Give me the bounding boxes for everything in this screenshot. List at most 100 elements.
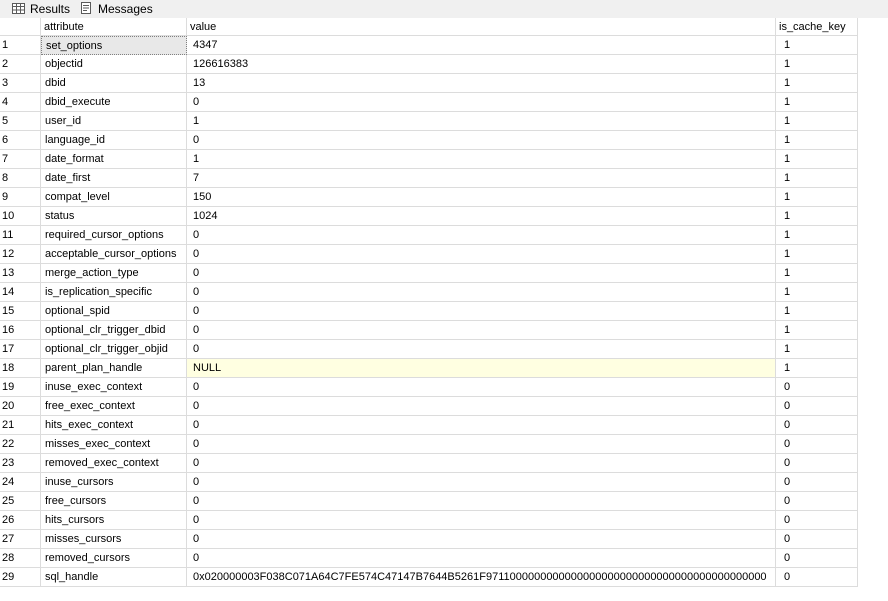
- row-number-header[interactable]: [0, 18, 41, 36]
- cell-attribute[interactable]: removed_cursors: [41, 549, 187, 568]
- table-row[interactable]: 3 dbid 13 1: [0, 74, 858, 93]
- cell-is-cache-key[interactable]: 0: [776, 397, 858, 416]
- row-number[interactable]: 12: [0, 245, 41, 264]
- cell-attribute[interactable]: date_first: [41, 169, 187, 188]
- cell-attribute[interactable]: misses_exec_context: [41, 435, 187, 454]
- cell-value[interactable]: NULL: [187, 359, 776, 378]
- table-row[interactable]: 23 removed_exec_context 0 0: [0, 454, 858, 473]
- cell-value[interactable]: 0: [187, 454, 776, 473]
- cell-attribute[interactable]: inuse_cursors: [41, 473, 187, 492]
- column-header-is-cache-key[interactable]: is_cache_key: [776, 18, 858, 36]
- cell-is-cache-key[interactable]: 0: [776, 435, 858, 454]
- cell-attribute[interactable]: objectid: [41, 55, 187, 74]
- table-row[interactable]: 15 optional_spid 0 1: [0, 302, 858, 321]
- cell-value[interactable]: 13: [187, 74, 776, 93]
- cell-is-cache-key[interactable]: 1: [776, 283, 858, 302]
- cell-value[interactable]: 1: [187, 150, 776, 169]
- cell-value[interactable]: 0: [187, 93, 776, 112]
- cell-value[interactable]: 0: [187, 226, 776, 245]
- cell-is-cache-key[interactable]: 0: [776, 568, 858, 587]
- table-row[interactable]: 6 language_id 0 1: [0, 131, 858, 150]
- cell-is-cache-key[interactable]: 1: [776, 93, 858, 112]
- cell-is-cache-key[interactable]: 1: [776, 359, 858, 378]
- row-number[interactable]: 13: [0, 264, 41, 283]
- cell-attribute[interactable]: free_exec_context: [41, 397, 187, 416]
- table-row[interactable]: 8 date_first 7 1: [0, 169, 858, 188]
- cell-attribute[interactable]: hits_exec_context: [41, 416, 187, 435]
- cell-attribute[interactable]: user_id: [41, 112, 187, 131]
- row-number[interactable]: 1: [0, 36, 41, 55]
- row-number[interactable]: 10: [0, 207, 41, 226]
- cell-is-cache-key[interactable]: 1: [776, 74, 858, 93]
- cell-value[interactable]: 126616383: [187, 55, 776, 74]
- cell-value[interactable]: 0: [187, 492, 776, 511]
- table-row[interactable]: 25 free_cursors 0 0: [0, 492, 858, 511]
- row-number[interactable]: 7: [0, 150, 41, 169]
- cell-value[interactable]: 0: [187, 435, 776, 454]
- cell-attribute[interactable]: parent_plan_handle: [41, 359, 187, 378]
- cell-is-cache-key[interactable]: 1: [776, 321, 858, 340]
- row-number[interactable]: 26: [0, 511, 41, 530]
- cell-is-cache-key[interactable]: 0: [776, 492, 858, 511]
- cell-value[interactable]: 0: [187, 549, 776, 568]
- row-number[interactable]: 6: [0, 131, 41, 150]
- cell-value[interactable]: 1024: [187, 207, 776, 226]
- row-number[interactable]: 5: [0, 112, 41, 131]
- cell-value[interactable]: 0: [187, 530, 776, 549]
- row-number[interactable]: 19: [0, 378, 41, 397]
- table-row[interactable]: 29 sql_handle 0x020000003F038C071A64C7FE57…: [0, 568, 858, 587]
- table-row[interactable]: 26 hits_cursors 0 0: [0, 511, 858, 530]
- table-row[interactable]: 17 optional_clr_trigger_objid 0 1: [0, 340, 858, 359]
- cell-is-cache-key[interactable]: 1: [776, 55, 858, 74]
- cell-value[interactable]: 150: [187, 188, 776, 207]
- cell-is-cache-key[interactable]: 0: [776, 454, 858, 473]
- row-number[interactable]: 9: [0, 188, 41, 207]
- cell-is-cache-key[interactable]: 1: [776, 226, 858, 245]
- table-row[interactable]: 16 optional_clr_trigger_dbid 0 1: [0, 321, 858, 340]
- cell-is-cache-key[interactable]: 0: [776, 530, 858, 549]
- row-number[interactable]: 22: [0, 435, 41, 454]
- cell-is-cache-key[interactable]: 1: [776, 112, 858, 131]
- cell-attribute[interactable]: language_id: [41, 131, 187, 150]
- cell-is-cache-key[interactable]: 0: [776, 473, 858, 492]
- table-row[interactable]: 7 date_format 1 1: [0, 150, 858, 169]
- row-number[interactable]: 4: [0, 93, 41, 112]
- cell-value[interactable]: 0: [187, 511, 776, 530]
- cell-is-cache-key[interactable]: 0: [776, 549, 858, 568]
- cell-value[interactable]: 0: [187, 302, 776, 321]
- column-header-value[interactable]: value: [187, 18, 776, 36]
- row-number[interactable]: 24: [0, 473, 41, 492]
- cell-value[interactable]: 0: [187, 473, 776, 492]
- cell-value[interactable]: 0: [187, 397, 776, 416]
- cell-attribute[interactable]: sql_handle: [41, 568, 187, 587]
- cell-is-cache-key[interactable]: 1: [776, 264, 858, 283]
- cell-is-cache-key[interactable]: 0: [776, 511, 858, 530]
- cell-is-cache-key[interactable]: 0: [776, 416, 858, 435]
- row-number[interactable]: 15: [0, 302, 41, 321]
- cell-value[interactable]: 0: [187, 245, 776, 264]
- cell-value[interactable]: 0: [187, 378, 776, 397]
- row-number[interactable]: 23: [0, 454, 41, 473]
- cell-attribute[interactable]: dbid_execute: [41, 93, 187, 112]
- column-header-attribute[interactable]: attribute: [41, 18, 187, 36]
- cell-value[interactable]: 1: [187, 112, 776, 131]
- table-row[interactable]: 13 merge_action_type 0 1: [0, 264, 858, 283]
- cell-value[interactable]: 7: [187, 169, 776, 188]
- row-number[interactable]: 11: [0, 226, 41, 245]
- cell-attribute[interactable]: compat_level: [41, 188, 187, 207]
- cell-attribute[interactable]: optional_clr_trigger_objid: [41, 340, 187, 359]
- cell-attribute[interactable]: required_cursor_options: [41, 226, 187, 245]
- cell-attribute[interactable]: optional_clr_trigger_dbid: [41, 321, 187, 340]
- cell-attribute[interactable]: status: [41, 207, 187, 226]
- table-row[interactable]: 21 hits_exec_context 0 0: [0, 416, 858, 435]
- cell-attribute[interactable]: merge_action_type: [41, 264, 187, 283]
- table-row[interactable]: 27 misses_cursors 0 0: [0, 530, 858, 549]
- row-number[interactable]: 17: [0, 340, 41, 359]
- cell-value[interactable]: 0: [187, 131, 776, 150]
- cell-is-cache-key[interactable]: 1: [776, 207, 858, 226]
- cell-value[interactable]: 0: [187, 340, 776, 359]
- table-row[interactable]: 28 removed_cursors 0 0: [0, 549, 858, 568]
- cell-attribute[interactable]: free_cursors: [41, 492, 187, 511]
- row-number[interactable]: 16: [0, 321, 41, 340]
- row-number[interactable]: 21: [0, 416, 41, 435]
